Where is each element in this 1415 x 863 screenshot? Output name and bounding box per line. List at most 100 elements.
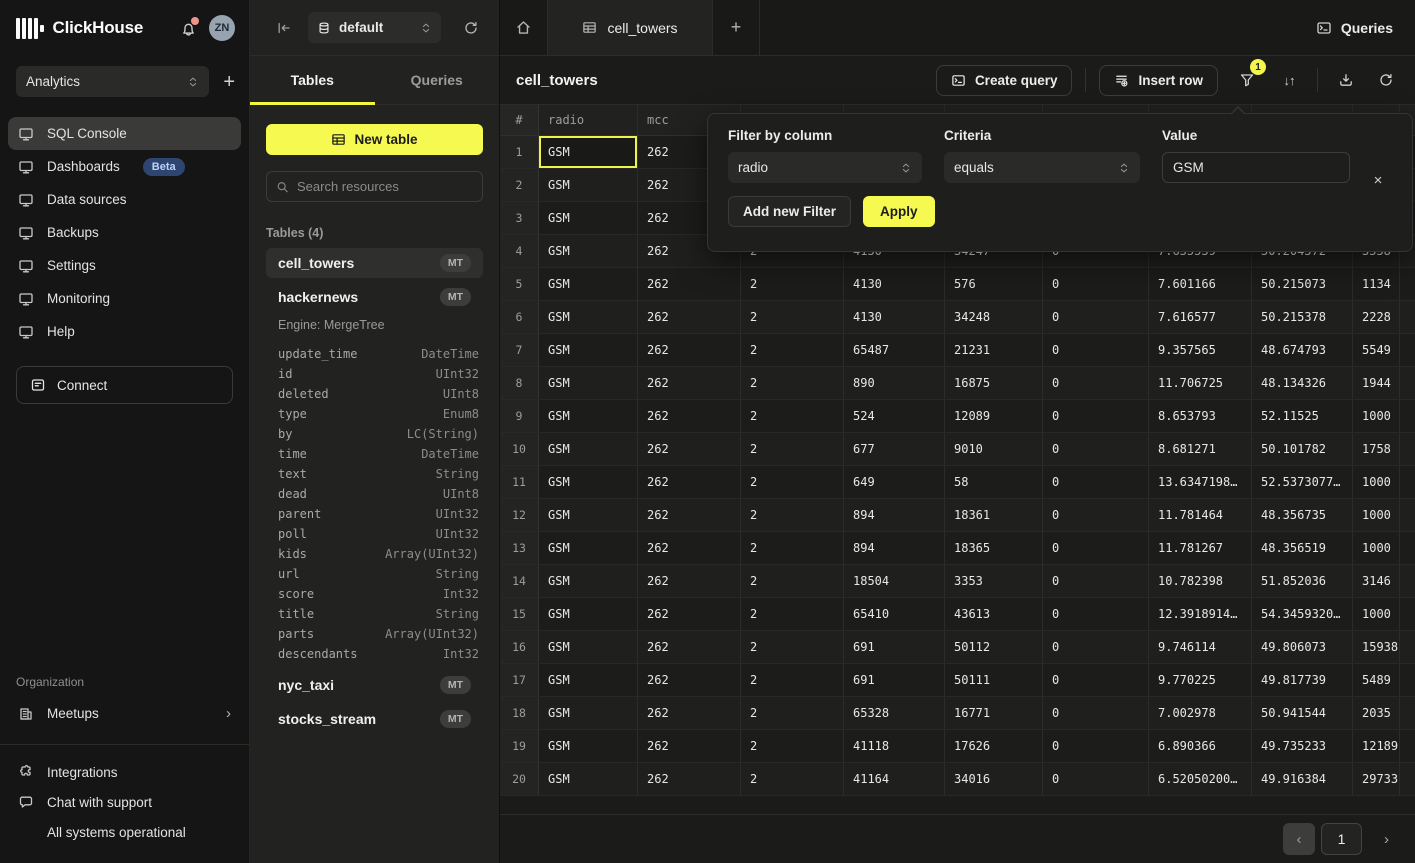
grid-cell[interactable]: 12.3918914… <box>1149 598 1252 630</box>
add-workspace-button[interactable]: + <box>223 72 235 92</box>
grid-cell[interactable]: 9010 <box>945 433 1043 465</box>
filter-criteria-select[interactable]: equals <box>944 152 1140 183</box>
grid-cell[interactable]: 262 <box>638 499 741 531</box>
grid-cell[interactable]: 11.781464 <box>1149 499 1252 531</box>
grid-cell[interactable]: 6.52050200… <box>1149 763 1252 795</box>
grid-cell[interactable]: 894 <box>844 499 945 531</box>
add-new-filter-button[interactable]: Add new Filter <box>728 196 851 227</box>
sidebar-item-meetups[interactable]: Meetups › <box>8 697 241 730</box>
grid-cell[interactable]: 2 <box>741 268 844 300</box>
grid-cell[interactable]: 576 <box>945 268 1043 300</box>
grid-cell[interactable]: 5489 <box>1353 664 1400 696</box>
grid-cell[interactable]: 7.601166 <box>1149 268 1252 300</box>
grid-cell[interactable]: 0 <box>1043 433 1149 465</box>
grid-cell[interactable]: 894 <box>844 532 945 564</box>
grid-cell[interactable]: 12189 <box>1353 730 1400 762</box>
grid-cell[interactable]: 677 <box>844 433 945 465</box>
grid-cell[interactable]: 52.5373077… <box>1252 466 1353 498</box>
grid-cell[interactable]: GSM <box>539 763 638 795</box>
grid-cell[interactable]: 18504 <box>844 565 945 597</box>
grid-cell[interactable]: 48.674793 <box>1252 334 1353 366</box>
system-status-item[interactable]: All systems operational <box>8 817 241 847</box>
grid-cell[interactable]: GSM <box>539 532 638 564</box>
grid-cell[interactable]: 50111 <box>945 664 1043 696</box>
grid-cell[interactable]: 262 <box>638 301 741 333</box>
grid-cell[interactable]: 0 <box>1043 598 1149 630</box>
grid-cell[interactable]: 16771 <box>945 697 1043 729</box>
grid-cell[interactable]: 8.681271 <box>1149 433 1252 465</box>
grid-cell[interactable]: 0 <box>1043 565 1149 597</box>
grid-cell[interactable]: 262 <box>638 268 741 300</box>
connect-button[interactable]: Connect <box>16 366 233 404</box>
grid-cell[interactable]: 58 <box>945 466 1043 498</box>
grid-cell[interactable]: 65328 <box>844 697 945 729</box>
grid-cell[interactable]: 691 <box>844 631 945 663</box>
grid-cell[interactable]: 262 <box>638 730 741 762</box>
grid-cell[interactable]: 4130 <box>844 301 945 333</box>
grid-cell[interactable]: 9.770225 <box>1149 664 1252 696</box>
filter-value-input[interactable] <box>1162 152 1350 183</box>
grid-cell[interactable]: 49.735233 <box>1252 730 1353 762</box>
create-query-button[interactable]: Create query <box>936 65 1073 96</box>
grid-cell[interactable]: 48.356519 <box>1252 532 1353 564</box>
grid-cell[interactable]: 48.356735 <box>1252 499 1353 531</box>
grid-cell[interactable]: 524 <box>844 400 945 432</box>
grid-cell[interactable]: 0 <box>1043 664 1149 696</box>
grid-cell[interactable]: 1000 <box>1353 499 1400 531</box>
sort-button[interactable]: ↓↑ <box>1274 65 1304 95</box>
grid-cell[interactable]: 10.782398 <box>1149 565 1252 597</box>
grid-cell[interactable]: 1000 <box>1353 598 1400 630</box>
grid-cell[interactable]: 49.916384 <box>1252 763 1353 795</box>
grid-cell[interactable]: 262 <box>638 598 741 630</box>
grid-cell[interactable]: GSM <box>539 136 638 168</box>
next-page-button[interactable]: › <box>1384 831 1389 848</box>
previous-page-button[interactable]: ‹ <box>1283 823 1315 855</box>
grid-cell[interactable]: 4130 <box>844 268 945 300</box>
sidebar-nav-item[interactable]: SQL Console <box>8 117 241 150</box>
grid-cell[interactable]: 0 <box>1043 730 1149 762</box>
grid-cell[interactable]: 5549 <box>1353 334 1400 366</box>
grid-cell[interactable]: GSM <box>539 730 638 762</box>
grid-cell[interactable]: 2 <box>741 664 844 696</box>
avatar[interactable]: ZN <box>209 15 235 41</box>
grid-cell[interactable]: 0 <box>1043 763 1149 795</box>
grid-cell[interactable]: 262 <box>638 433 741 465</box>
grid-cell[interactable]: 262 <box>638 631 741 663</box>
grid-cell[interactable]: GSM <box>539 400 638 432</box>
grid-cell[interactable]: 15938 <box>1353 631 1400 663</box>
sidebar-item-chat-support[interactable]: Chat with support <box>8 787 241 817</box>
grid-cell[interactable]: 3146 <box>1353 565 1400 597</box>
grid-cell[interactable]: 1000 <box>1353 466 1400 498</box>
grid-cell[interactable]: 0 <box>1043 466 1149 498</box>
grid-cell[interactable]: 11.706725 <box>1149 367 1252 399</box>
grid-cell[interactable]: 262 <box>638 697 741 729</box>
grid-cell[interactable]: 50.215073 <box>1252 268 1353 300</box>
grid-cell[interactable]: 1000 <box>1353 532 1400 564</box>
grid-cell[interactable]: 8.653793 <box>1149 400 1252 432</box>
grid-cell[interactable]: 2035 <box>1353 697 1400 729</box>
grid-cell[interactable]: 2 <box>741 565 844 597</box>
download-button[interactable] <box>1331 65 1361 95</box>
grid-cell[interactable]: 34016 <box>945 763 1043 795</box>
grid-cell[interactable]: GSM <box>539 367 638 399</box>
workspace-select[interactable]: Analytics <box>16 66 209 97</box>
grid-cell[interactable]: GSM <box>539 169 638 201</box>
home-tab[interactable] <box>500 0 548 55</box>
grid-cell[interactable]: 12089 <box>945 400 1043 432</box>
queries-button[interactable]: Queries <box>1316 20 1393 36</box>
grid-cell[interactable]: 49.817739 <box>1252 664 1353 696</box>
grid-cell[interactable]: 2 <box>741 301 844 333</box>
grid-cell[interactable]: 0 <box>1043 499 1149 531</box>
grid-cell[interactable]: GSM <box>539 499 638 531</box>
grid-cell[interactable]: 262 <box>638 664 741 696</box>
notifications-button[interactable] <box>180 20 197 37</box>
grid-cell[interactable]: 1134 <box>1353 268 1400 300</box>
grid-cell[interactable]: 262 <box>638 466 741 498</box>
grid-cell[interactable]: 262 <box>638 367 741 399</box>
apply-filter-button[interactable]: Apply <box>863 196 935 227</box>
grid-cell[interactable]: 1944 <box>1353 367 1400 399</box>
grid-cell[interactable]: 11.781267 <box>1149 532 1252 564</box>
sidebar-nav-item[interactable]: Dashboards Beta <box>8 150 241 183</box>
grid-cell[interactable]: 890 <box>844 367 945 399</box>
grid-cell[interactable]: 21231 <box>945 334 1043 366</box>
